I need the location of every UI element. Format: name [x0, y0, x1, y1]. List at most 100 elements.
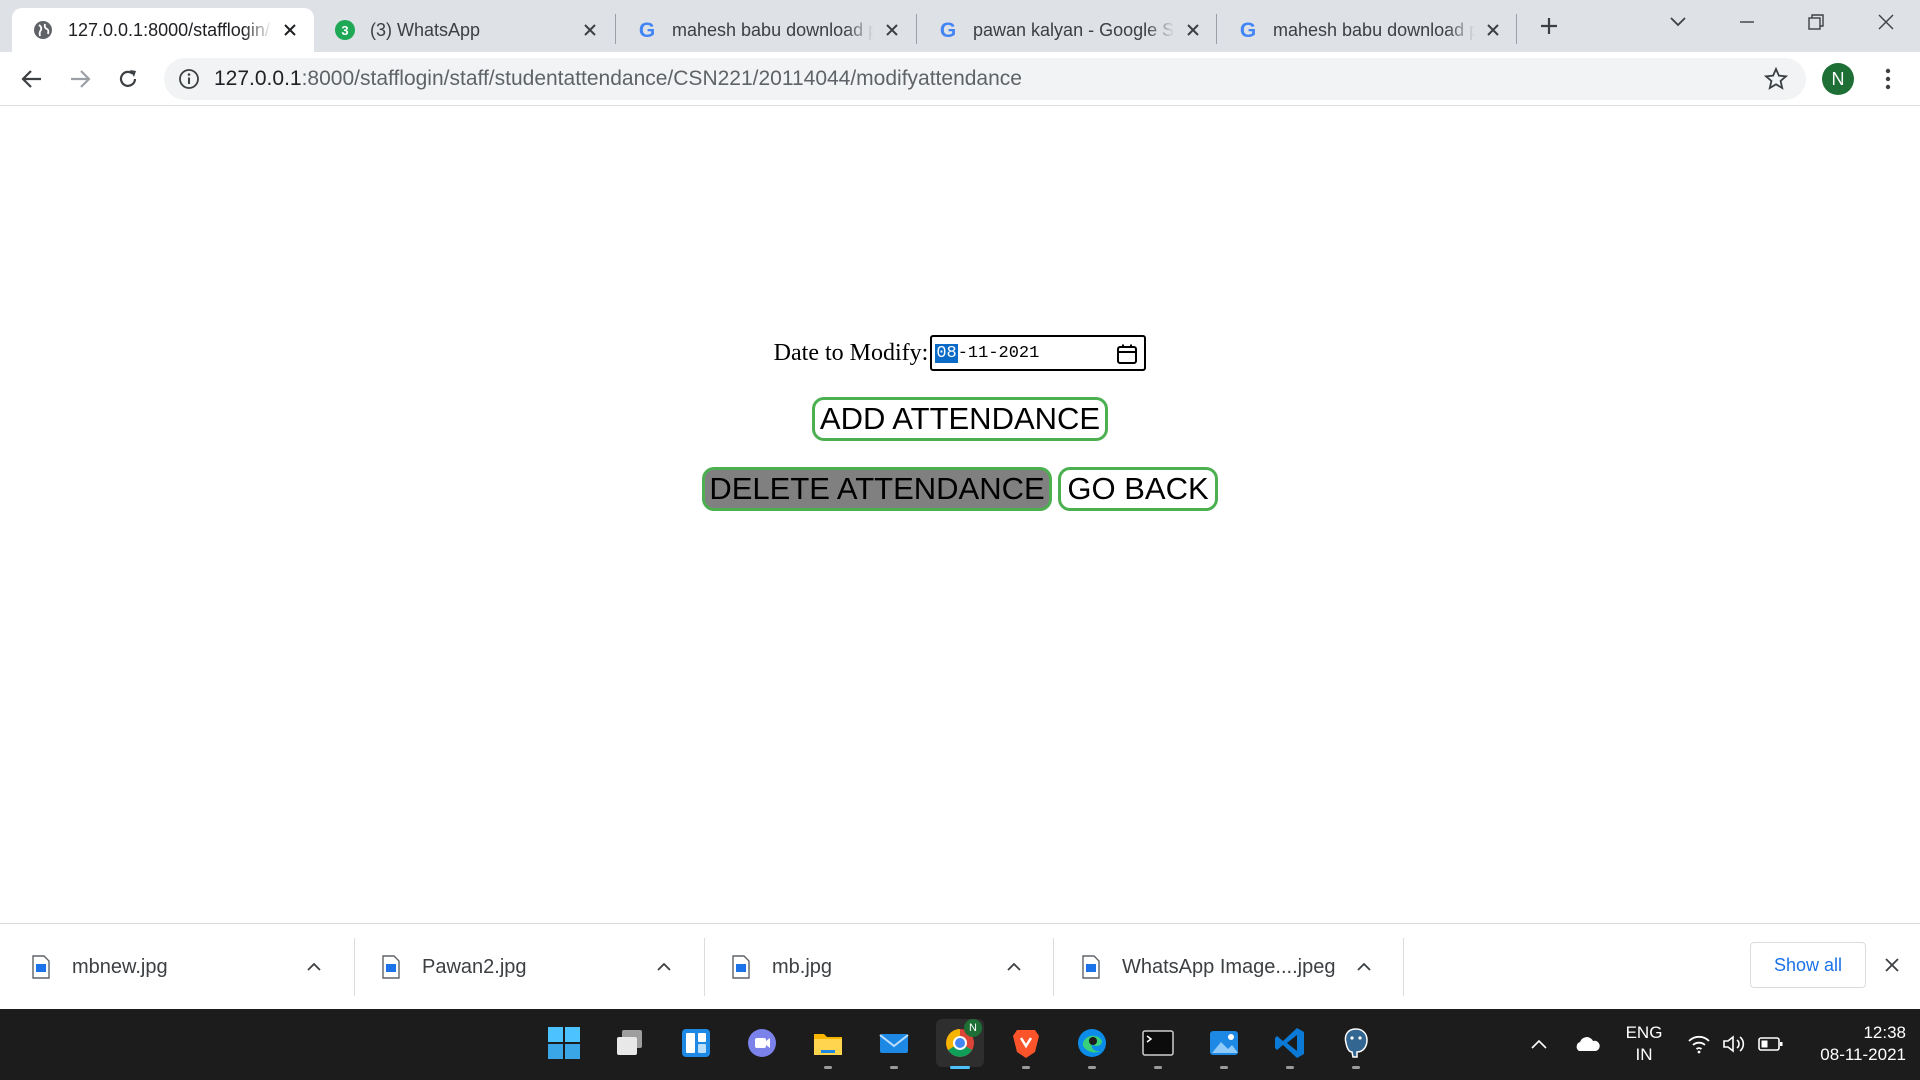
page-content: Date to Modify: 08 -11-2021 ADD ATTENDANC…	[0, 107, 1920, 923]
running-indicator	[1286, 1066, 1294, 1069]
terminal-button[interactable]	[1134, 1019, 1182, 1069]
onedrive-icon[interactable]	[1574, 1031, 1600, 1057]
tab-title: mahesh babu download p	[1273, 19, 1475, 40]
running-indicator	[1022, 1066, 1030, 1069]
tab-stafflogin[interactable]: 127.0.0.1:8000/stafflogin/	[12, 8, 314, 52]
new-tab-button[interactable]	[1529, 6, 1569, 46]
tab-google-search-2[interactable]: G pawan kalyan - Google Se	[917, 8, 1217, 52]
chrome-menu-button[interactable]	[1868, 59, 1908, 99]
terminal-icon	[1142, 1030, 1174, 1056]
close-shelf-button[interactable]	[1878, 951, 1906, 979]
chevron-up-icon	[1531, 1039, 1547, 1049]
add-attendance-button[interactable]: ADD ATTENDANCE	[812, 397, 1108, 441]
google-icon: G	[939, 18, 957, 42]
restore-icon	[1808, 14, 1824, 30]
close-tab-icon[interactable]	[880, 18, 904, 42]
download-item[interactable]: mbnew.jpg	[0, 932, 350, 1002]
image-file-icon	[1082, 955, 1100, 979]
whatsapp-unread-badge: 3	[335, 20, 355, 40]
action-row: DELETE ATTENDANCE GO BACK	[0, 467, 1920, 511]
widgets-button[interactable]	[672, 1019, 720, 1067]
add-row: ADD ATTENDANCE	[0, 397, 1920, 441]
download-item[interactable]: mb.jpg	[700, 932, 1050, 1002]
file-explorer-button[interactable]	[804, 1019, 852, 1069]
forward-button[interactable]	[60, 59, 100, 99]
restore-button[interactable]	[1796, 2, 1836, 42]
wifi-icon[interactable]	[1686, 1031, 1712, 1057]
tab-google-search-3[interactable]: G mahesh babu download p	[1217, 8, 1517, 52]
minimize-button[interactable]	[1727, 2, 1767, 42]
brave-button[interactable]	[1002, 1019, 1050, 1069]
tab-title: pawan kalyan - Google Se	[973, 19, 1175, 40]
date-month-year-segments[interactable]: -11-2021	[958, 344, 1040, 363]
url-host: 127.0.0.1	[214, 67, 302, 90]
close-tab-icon[interactable]	[278, 18, 302, 42]
clock-date: 08-11-2021	[1820, 1045, 1906, 1064]
more-vert-icon	[1885, 68, 1891, 90]
mail-button[interactable]	[870, 1019, 918, 1069]
vscode-button[interactable]	[1266, 1019, 1314, 1069]
close-window-button[interactable]	[1866, 2, 1906, 42]
bookmark-star-icon[interactable]	[1764, 67, 1788, 91]
language-indicator[interactable]: ENG IN	[1622, 1022, 1666, 1066]
date-input[interactable]: 08 -11-2021	[930, 335, 1147, 371]
close-tab-icon[interactable]	[1181, 18, 1205, 42]
close-tab-icon[interactable]	[578, 18, 602, 42]
tab-whatsapp[interactable]: 3 (3) WhatsApp	[314, 8, 614, 52]
download-filename: Pawan2.jpg	[422, 955, 527, 978]
running-indicator	[1220, 1066, 1228, 1069]
download-separator	[1403, 938, 1404, 996]
running-indicator	[1088, 1066, 1096, 1069]
running-indicator	[1154, 1066, 1162, 1069]
chevron-up-icon[interactable]	[302, 955, 326, 979]
tab-title: 127.0.0.1:8000/stafflogin/	[68, 19, 270, 40]
teams-chat-button[interactable]	[738, 1019, 786, 1067]
edge-button[interactable]	[1068, 1019, 1116, 1069]
edge-icon	[1078, 1029, 1106, 1057]
tab-title: mahesh babu download p	[672, 19, 874, 40]
tab-search-button[interactable]	[1658, 2, 1698, 42]
task-view-icon	[617, 1030, 642, 1055]
volume-icon[interactable]	[1722, 1031, 1748, 1057]
reload-icon	[119, 70, 137, 87]
reload-button[interactable]	[108, 59, 148, 99]
tab-separator	[1516, 14, 1517, 44]
region-code: IN	[1635, 1045, 1653, 1064]
postgresql-button[interactable]	[1332, 1019, 1380, 1069]
show-all-downloads-button[interactable]: Show all	[1750, 942, 1866, 988]
chrome-button[interactable]: N	[936, 1019, 984, 1069]
date-day-segment[interactable]: 08	[935, 343, 958, 363]
calendar-icon[interactable]	[1116, 343, 1138, 365]
globe-icon	[32, 19, 54, 41]
start-button[interactable]	[540, 1019, 588, 1067]
image-file-icon	[32, 955, 50, 979]
close-icon	[1878, 14, 1894, 30]
address-bar[interactable]: 127.0.0.1:8000/stafflogin/staff/studenta…	[164, 58, 1806, 100]
download-item[interactable]: WhatsApp Image....jpeg	[1050, 932, 1400, 1002]
task-view-button[interactable]	[606, 1019, 654, 1067]
back-button[interactable]	[12, 59, 52, 99]
clock[interactable]: 12:38 08-11-2021	[1796, 1022, 1906, 1066]
close-tab-icon[interactable]	[1481, 18, 1505, 42]
widgets-icon	[682, 1029, 710, 1057]
download-item[interactable]: Pawan2.jpg	[350, 932, 700, 1002]
show-hidden-icons-button[interactable]	[1526, 1031, 1552, 1057]
file-explorer-icon	[814, 1034, 842, 1055]
battery-icon[interactable]	[1758, 1031, 1784, 1057]
delete-attendance-button[interactable]: DELETE ATTENDANCE	[702, 467, 1052, 511]
chevron-up-icon[interactable]	[652, 955, 676, 979]
profile-avatar[interactable]: N	[1822, 63, 1854, 95]
chevron-up-icon[interactable]	[1002, 955, 1026, 979]
chevron-up-icon[interactable]	[1352, 955, 1376, 979]
running-indicator	[890, 1066, 898, 1069]
arrow-right-icon	[71, 70, 91, 88]
tab-google-search-1[interactable]: G mahesh babu download p	[616, 8, 916, 52]
google-icon: G	[638, 18, 656, 42]
language-code: ENG	[1625, 1023, 1663, 1042]
site-info-icon[interactable]	[178, 68, 200, 90]
running-indicator	[1352, 1066, 1360, 1069]
vscode-icon	[1275, 1028, 1304, 1058]
go-back-button[interactable]: GO BACK	[1058, 467, 1218, 511]
minimize-icon	[1740, 21, 1754, 23]
photos-button[interactable]	[1200, 1019, 1248, 1069]
